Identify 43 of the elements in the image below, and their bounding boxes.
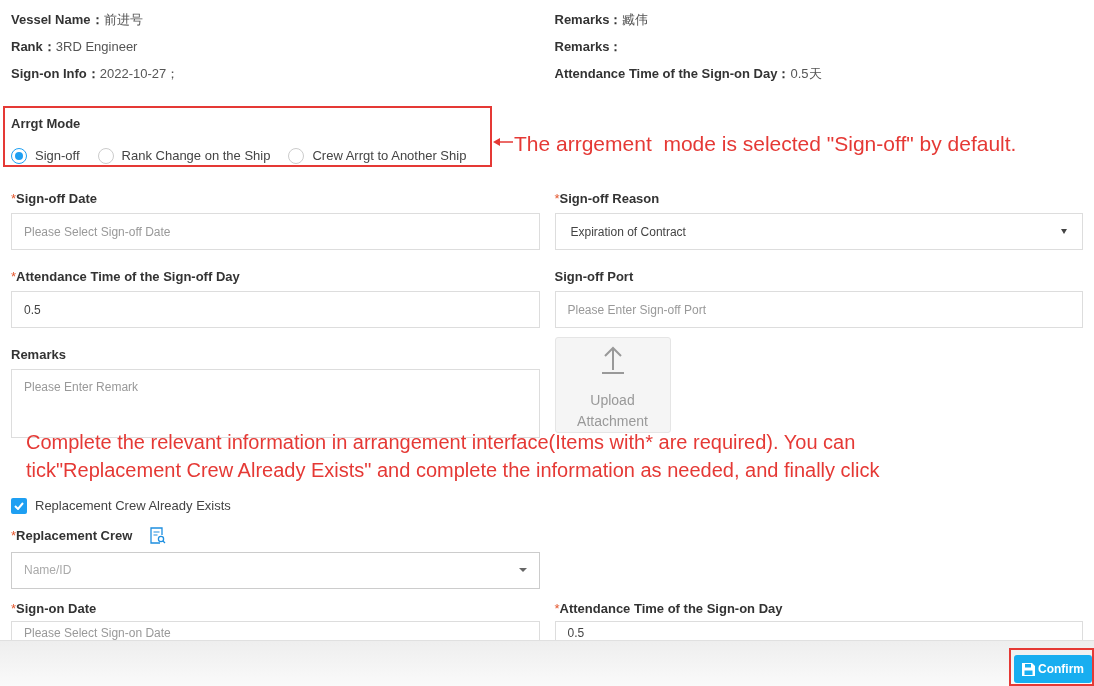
required-asterisk: *: [11, 268, 17, 287]
info-label: Rank：: [11, 37, 56, 56]
input-field[interactable]: Please Select Sign-off Date: [11, 213, 540, 250]
field-label: Remarks: [11, 346, 67, 365]
info-label: Remarks：: [554, 37, 623, 56]
save-icon: [1022, 662, 1035, 676]
dropdown-caret-icon: [518, 568, 527, 572]
input-field[interactable]: Please Enter Sign-off Port: [554, 291, 1083, 328]
field-label: *Sign-on Date: [11, 598, 540, 619]
checkbox[interactable]: [11, 497, 27, 514]
field-label: *Attendance Time of the Sign-on Day: [554, 598, 1083, 619]
field-label: *Sign-off Reason: [554, 189, 661, 209]
dropdown-caret-icon: [1061, 229, 1067, 234]
info-label: Remarks：: [554, 10, 623, 29]
info-value: 2022-10-27；: [99, 64, 180, 83]
field-label: Arrgt Mode: [11, 115, 82, 134]
checkmark-icon: [14, 501, 24, 510]
annotation-text: The arrgement mode is selected "Sign-off" by default.: [514, 131, 1017, 157]
info-label: Attendance Time of the Sign-on Day：: [554, 64, 791, 83]
radio-option[interactable]: Crew Arrgt to Another Ship: [288, 146, 467, 166]
info-value: 前进号: [103, 10, 143, 29]
field-label: *Replacement Crew: [11, 525, 540, 546]
input-field[interactable]: 0.5: [11, 291, 540, 328]
upload-icon: [599, 346, 626, 374]
checkbox-label[interactable]: Replacement Crew Already Exists: [35, 495, 231, 516]
info-value: 0.5天: [790, 64, 822, 83]
required-asterisk: *: [11, 190, 17, 209]
required-asterisk: *: [554, 190, 560, 209]
radio-option[interactable]: Sign-off: [11, 146, 80, 166]
required-asterisk: *: [11, 599, 17, 618]
info-value: 臧伟: [622, 10, 649, 29]
required-asterisk: *: [11, 526, 17, 545]
field-label: *Sign-off Date: [11, 189, 98, 209]
arrow-annotation: [493, 136, 513, 148]
required-asterisk: *: [554, 599, 560, 618]
field-label: *Attendance Time of the Sign-off Day: [11, 267, 241, 287]
info-label: Vessel Name：: [11, 10, 104, 29]
radio-option[interactable]: Rank Change on the Ship: [97, 146, 271, 166]
document-search-icon[interactable]: [150, 527, 167, 544]
info-label: Sign-on Info：: [11, 64, 100, 83]
info-value: 3RD Engineer: [55, 37, 138, 56]
select-field[interactable]: Expiration of Contract: [554, 213, 1083, 250]
field-label: Sign-off Port: [554, 268, 635, 287]
